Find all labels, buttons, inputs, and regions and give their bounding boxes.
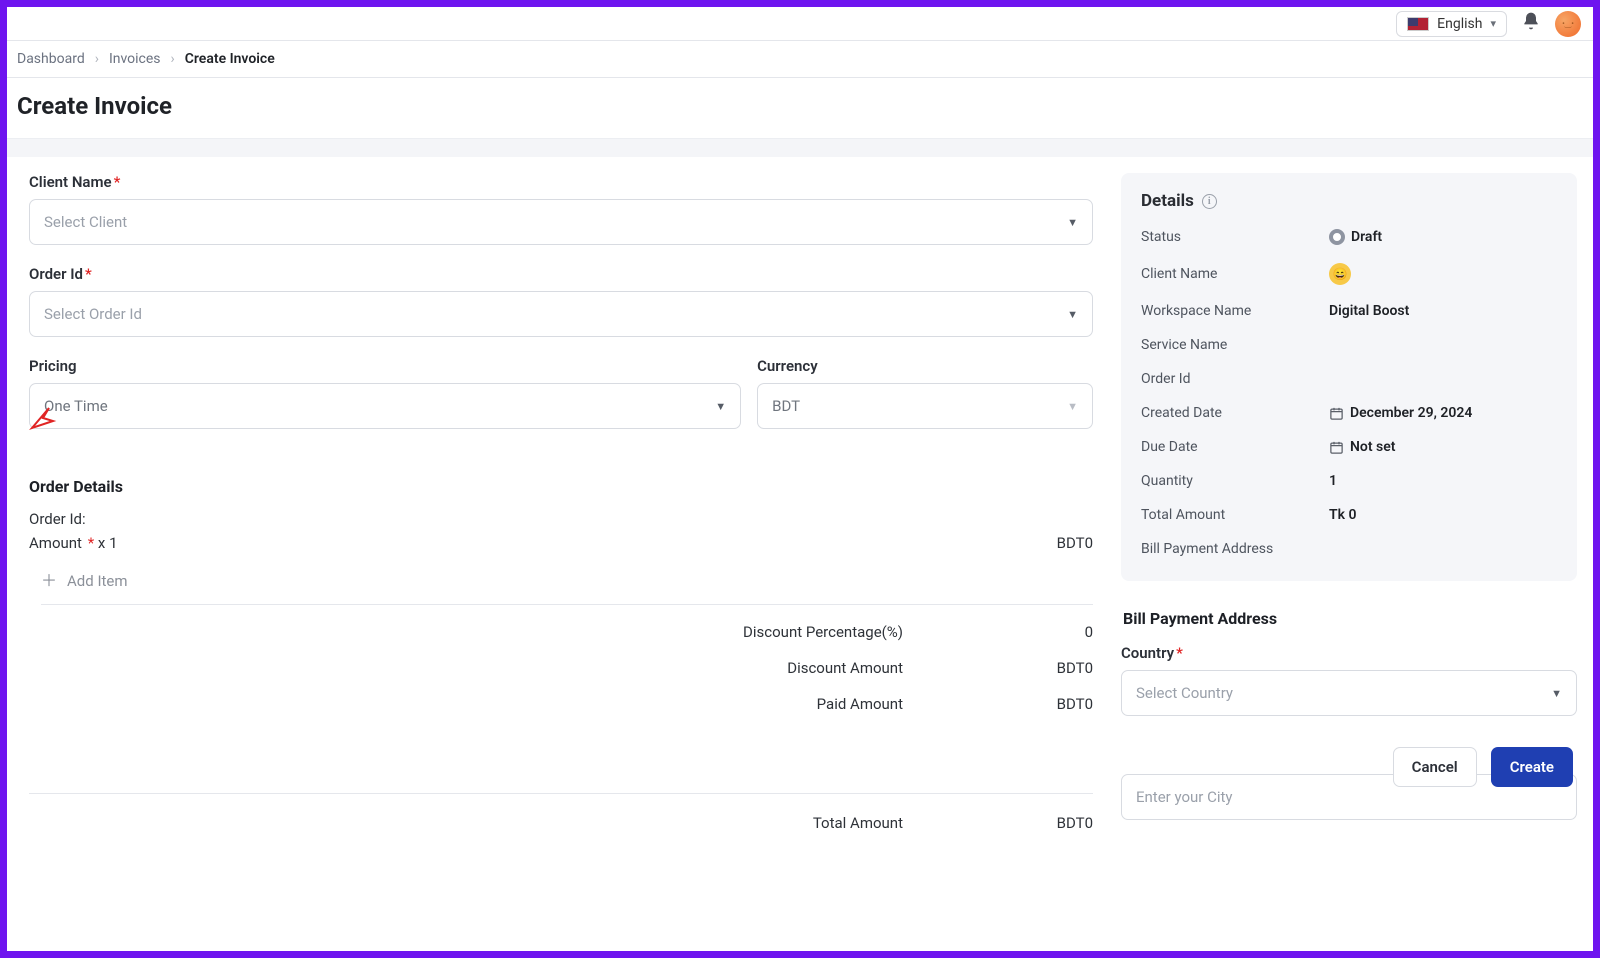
create-button[interactable]: Create (1491, 747, 1573, 787)
title-gap (7, 139, 1593, 157)
amount-line: Amount * x 1 (29, 534, 118, 552)
language-select[interactable]: English ▾ (1396, 11, 1507, 37)
city-placeholder: Enter your City (1136, 788, 1233, 806)
quantity-value: 1 (1329, 473, 1337, 489)
paid-amount-value: BDT0 (1013, 695, 1093, 713)
paid-amount-label: Paid Amount (703, 695, 903, 713)
workspace-name-value: Digital Boost (1329, 303, 1409, 319)
chevron-down-icon: ▾ (1490, 17, 1496, 30)
total-amount-value: BDT0 (1013, 814, 1093, 832)
client-name-select[interactable]: Select Client ▼ (29, 199, 1093, 245)
service-name-label: Service Name (1141, 337, 1329, 353)
chevron-down-icon: ▼ (1551, 687, 1562, 700)
due-date-value: Not set (1350, 439, 1395, 455)
details-card: Details Status Draft Client Name 😄 (1121, 173, 1577, 581)
chevron-right-icon: › (171, 51, 175, 67)
discount-pct-label: Discount Percentage(%) (703, 623, 903, 641)
breadcrumb-link-dashboard[interactable]: Dashboard (17, 51, 85, 67)
status-dot-icon (1329, 229, 1345, 245)
client-name-label: Client Name* (29, 173, 1093, 191)
client-avatar-icon: 😄 (1329, 263, 1351, 285)
flag-us-icon (1407, 17, 1429, 31)
amount-line-total: BDT0 (1057, 534, 1093, 552)
chevron-down-icon: ▼ (715, 400, 726, 413)
calendar-icon (1329, 406, 1344, 421)
plus-icon: ＋ (41, 573, 57, 589)
details-total-amount-value: Tk 0 (1329, 507, 1356, 523)
avatar[interactable] (1555, 11, 1581, 37)
order-id-select[interactable]: Select Order Id ▼ (29, 291, 1093, 337)
language-label: English (1437, 16, 1482, 32)
country-select[interactable]: Select Country ▼ (1121, 670, 1577, 716)
country-placeholder: Select Country (1136, 684, 1233, 702)
quantity-label: Quantity (1141, 473, 1329, 489)
order-id-placeholder: Select Order Id (44, 305, 142, 323)
info-icon[interactable] (1202, 194, 1217, 209)
breadcrumb: Dashboard › Invoices › Create Invoice (7, 41, 1593, 78)
page-title: Create Invoice (7, 78, 1593, 139)
client-name-placeholder: Select Client (44, 213, 127, 231)
details-bill-addr-label: Bill Payment Address (1141, 541, 1329, 557)
chevron-down-icon: ▼ (1067, 400, 1078, 413)
details-client-name-label: Client Name (1141, 266, 1329, 282)
currency-select[interactable]: BDT ▼ (757, 383, 1093, 429)
discount-amount-label: Discount Amount (703, 659, 903, 677)
status-label: Status (1141, 229, 1329, 245)
currency-label: Currency (757, 357, 1093, 375)
pricing-value: One Time (44, 397, 108, 415)
order-details-heading: Order Details (29, 477, 1093, 496)
workspace-name-label: Workspace Name (1141, 303, 1329, 319)
breadcrumb-link-invoices[interactable]: Invoices (109, 51, 161, 67)
due-date-label: Due Date (1141, 439, 1329, 455)
chevron-right-icon: › (95, 51, 99, 67)
chevron-down-icon: ▼ (1067, 216, 1078, 229)
top-bar: English ▾ (7, 7, 1593, 41)
pricing-label: Pricing (29, 357, 741, 375)
created-date-value: December 29, 2024 (1350, 405, 1472, 421)
calendar-icon (1329, 440, 1344, 455)
created-date-label: Created Date (1141, 405, 1329, 421)
bell-icon[interactable] (1521, 11, 1541, 36)
add-item-button[interactable]: ＋ Add Item (41, 566, 1093, 605)
details-heading: Details (1141, 191, 1194, 211)
details-order-id-label: Order Id (1141, 371, 1329, 387)
order-id-label: Order Id* (29, 265, 1093, 283)
status-value: Draft (1351, 229, 1382, 245)
currency-value: BDT (772, 397, 800, 415)
discount-amount-value: BDT0 (1013, 659, 1093, 677)
country-label: Country* (1121, 644, 1577, 662)
total-amount-label: Total Amount (703, 814, 903, 832)
order-id-line: Order Id: (29, 510, 1093, 528)
bill-payment-address-heading: Bill Payment Address (1123, 609, 1577, 628)
breadcrumb-current: Create Invoice (185, 51, 275, 67)
pricing-select[interactable]: One Time ▼ (29, 383, 741, 429)
cancel-button[interactable]: Cancel (1393, 747, 1477, 787)
chevron-down-icon: ▼ (1067, 308, 1078, 321)
discount-pct-value: 0 (1013, 623, 1093, 641)
add-item-label: Add Item (67, 572, 128, 590)
details-total-amount-label: Total Amount (1141, 507, 1329, 523)
action-bar: Cancel Create (1393, 747, 1573, 787)
